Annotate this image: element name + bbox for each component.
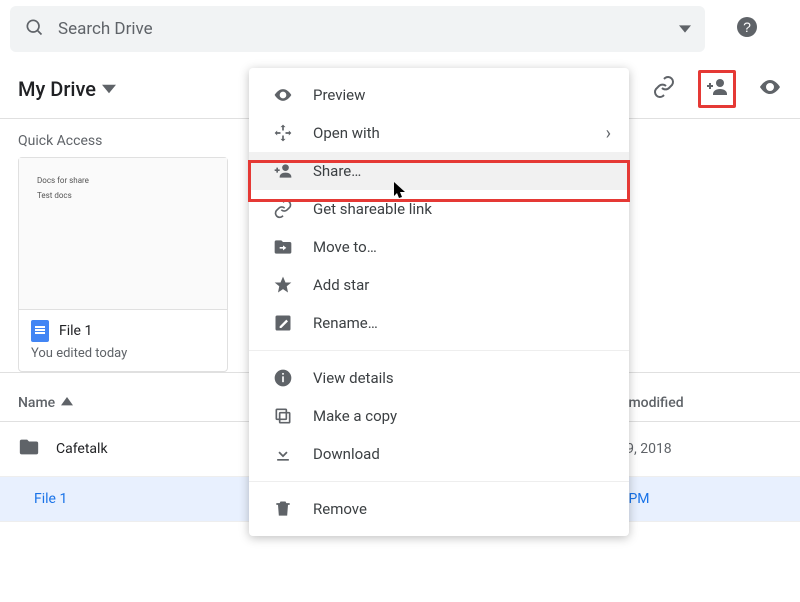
menu-item-person-add[interactable]: Share…	[249, 152, 629, 190]
menu-item-open-with[interactable]: Open with	[249, 114, 629, 152]
menu-item-label: Make a copy	[313, 407, 609, 425]
menu-item-label: Preview	[313, 86, 609, 104]
open-with-icon	[269, 123, 297, 143]
star-icon	[269, 275, 297, 295]
info-icon	[269, 368, 297, 388]
search-dropdown-icon[interactable]	[679, 20, 691, 39]
mouse-cursor	[394, 182, 408, 200]
breadcrumb-label: My Drive	[18, 77, 96, 101]
search-bar[interactable]: Search Drive	[10, 6, 705, 52]
menu-item-label: Download	[313, 445, 609, 463]
link-icon	[269, 199, 297, 219]
menu-item-link[interactable]: Get shareable link	[249, 190, 629, 228]
menu-item-download[interactable]: Download	[249, 435, 629, 473]
menu-item-rename[interactable]: Rename…	[249, 304, 629, 342]
quick-access-subtitle: You edited today	[31, 346, 215, 361]
menu-item-copy[interactable]: Make a copy	[249, 397, 629, 435]
preview-toolbar-icon[interactable]	[758, 75, 782, 103]
quick-access-title: File 1	[59, 323, 92, 339]
move-icon	[269, 237, 297, 257]
menu-item-eye[interactable]: Preview	[249, 76, 629, 114]
svg-text:?: ?	[743, 19, 751, 35]
menu-item-star[interactable]: Add star	[249, 266, 629, 304]
menu-item-info[interactable]: View details	[249, 359, 629, 397]
get-link-icon[interactable]	[652, 75, 676, 103]
download-icon	[269, 444, 297, 464]
file-name: File 1	[34, 491, 67, 507]
menu-item-label: Move to…	[313, 238, 609, 256]
search-placeholder: Search Drive	[58, 19, 679, 39]
chevron-down-icon	[102, 82, 116, 96]
context-menu: Preview Open with Share… Get shareable link…	[249, 68, 629, 536]
folder-icon	[18, 436, 40, 462]
copy-icon	[269, 406, 297, 426]
sort-arrow-up-icon	[61, 397, 73, 409]
eye-icon	[269, 85, 297, 105]
help-icon[interactable]: ?	[735, 15, 759, 43]
menu-item-label: Open with	[313, 124, 609, 142]
menu-item-move[interactable]: Move to…	[249, 228, 629, 266]
menu-item-label: Add star	[313, 276, 609, 294]
quick-access-card[interactable]: Docs for share Test docs File 1 You edit…	[18, 157, 228, 372]
share-toolbar-button[interactable]	[698, 70, 736, 108]
menu-item-label: Remove	[313, 500, 609, 518]
trash-icon	[269, 499, 297, 519]
search-icon	[24, 17, 44, 41]
menu-separator	[249, 481, 629, 482]
breadcrumb-my-drive[interactable]: My Drive	[18, 77, 116, 101]
menu-separator	[249, 350, 629, 351]
menu-item-trash[interactable]: Remove	[249, 490, 629, 528]
doc-thumbnail: Docs for share Test docs	[19, 158, 227, 310]
file-name: Cafetalk	[56, 441, 108, 457]
doc-icon	[31, 320, 49, 342]
rename-icon	[269, 313, 297, 333]
person-add-icon	[269, 161, 297, 181]
menu-item-label: View details	[313, 369, 609, 387]
menu-item-label: Share…	[313, 162, 609, 180]
menu-item-label: Get shareable link	[313, 200, 609, 218]
menu-item-label: Rename…	[313, 314, 609, 332]
